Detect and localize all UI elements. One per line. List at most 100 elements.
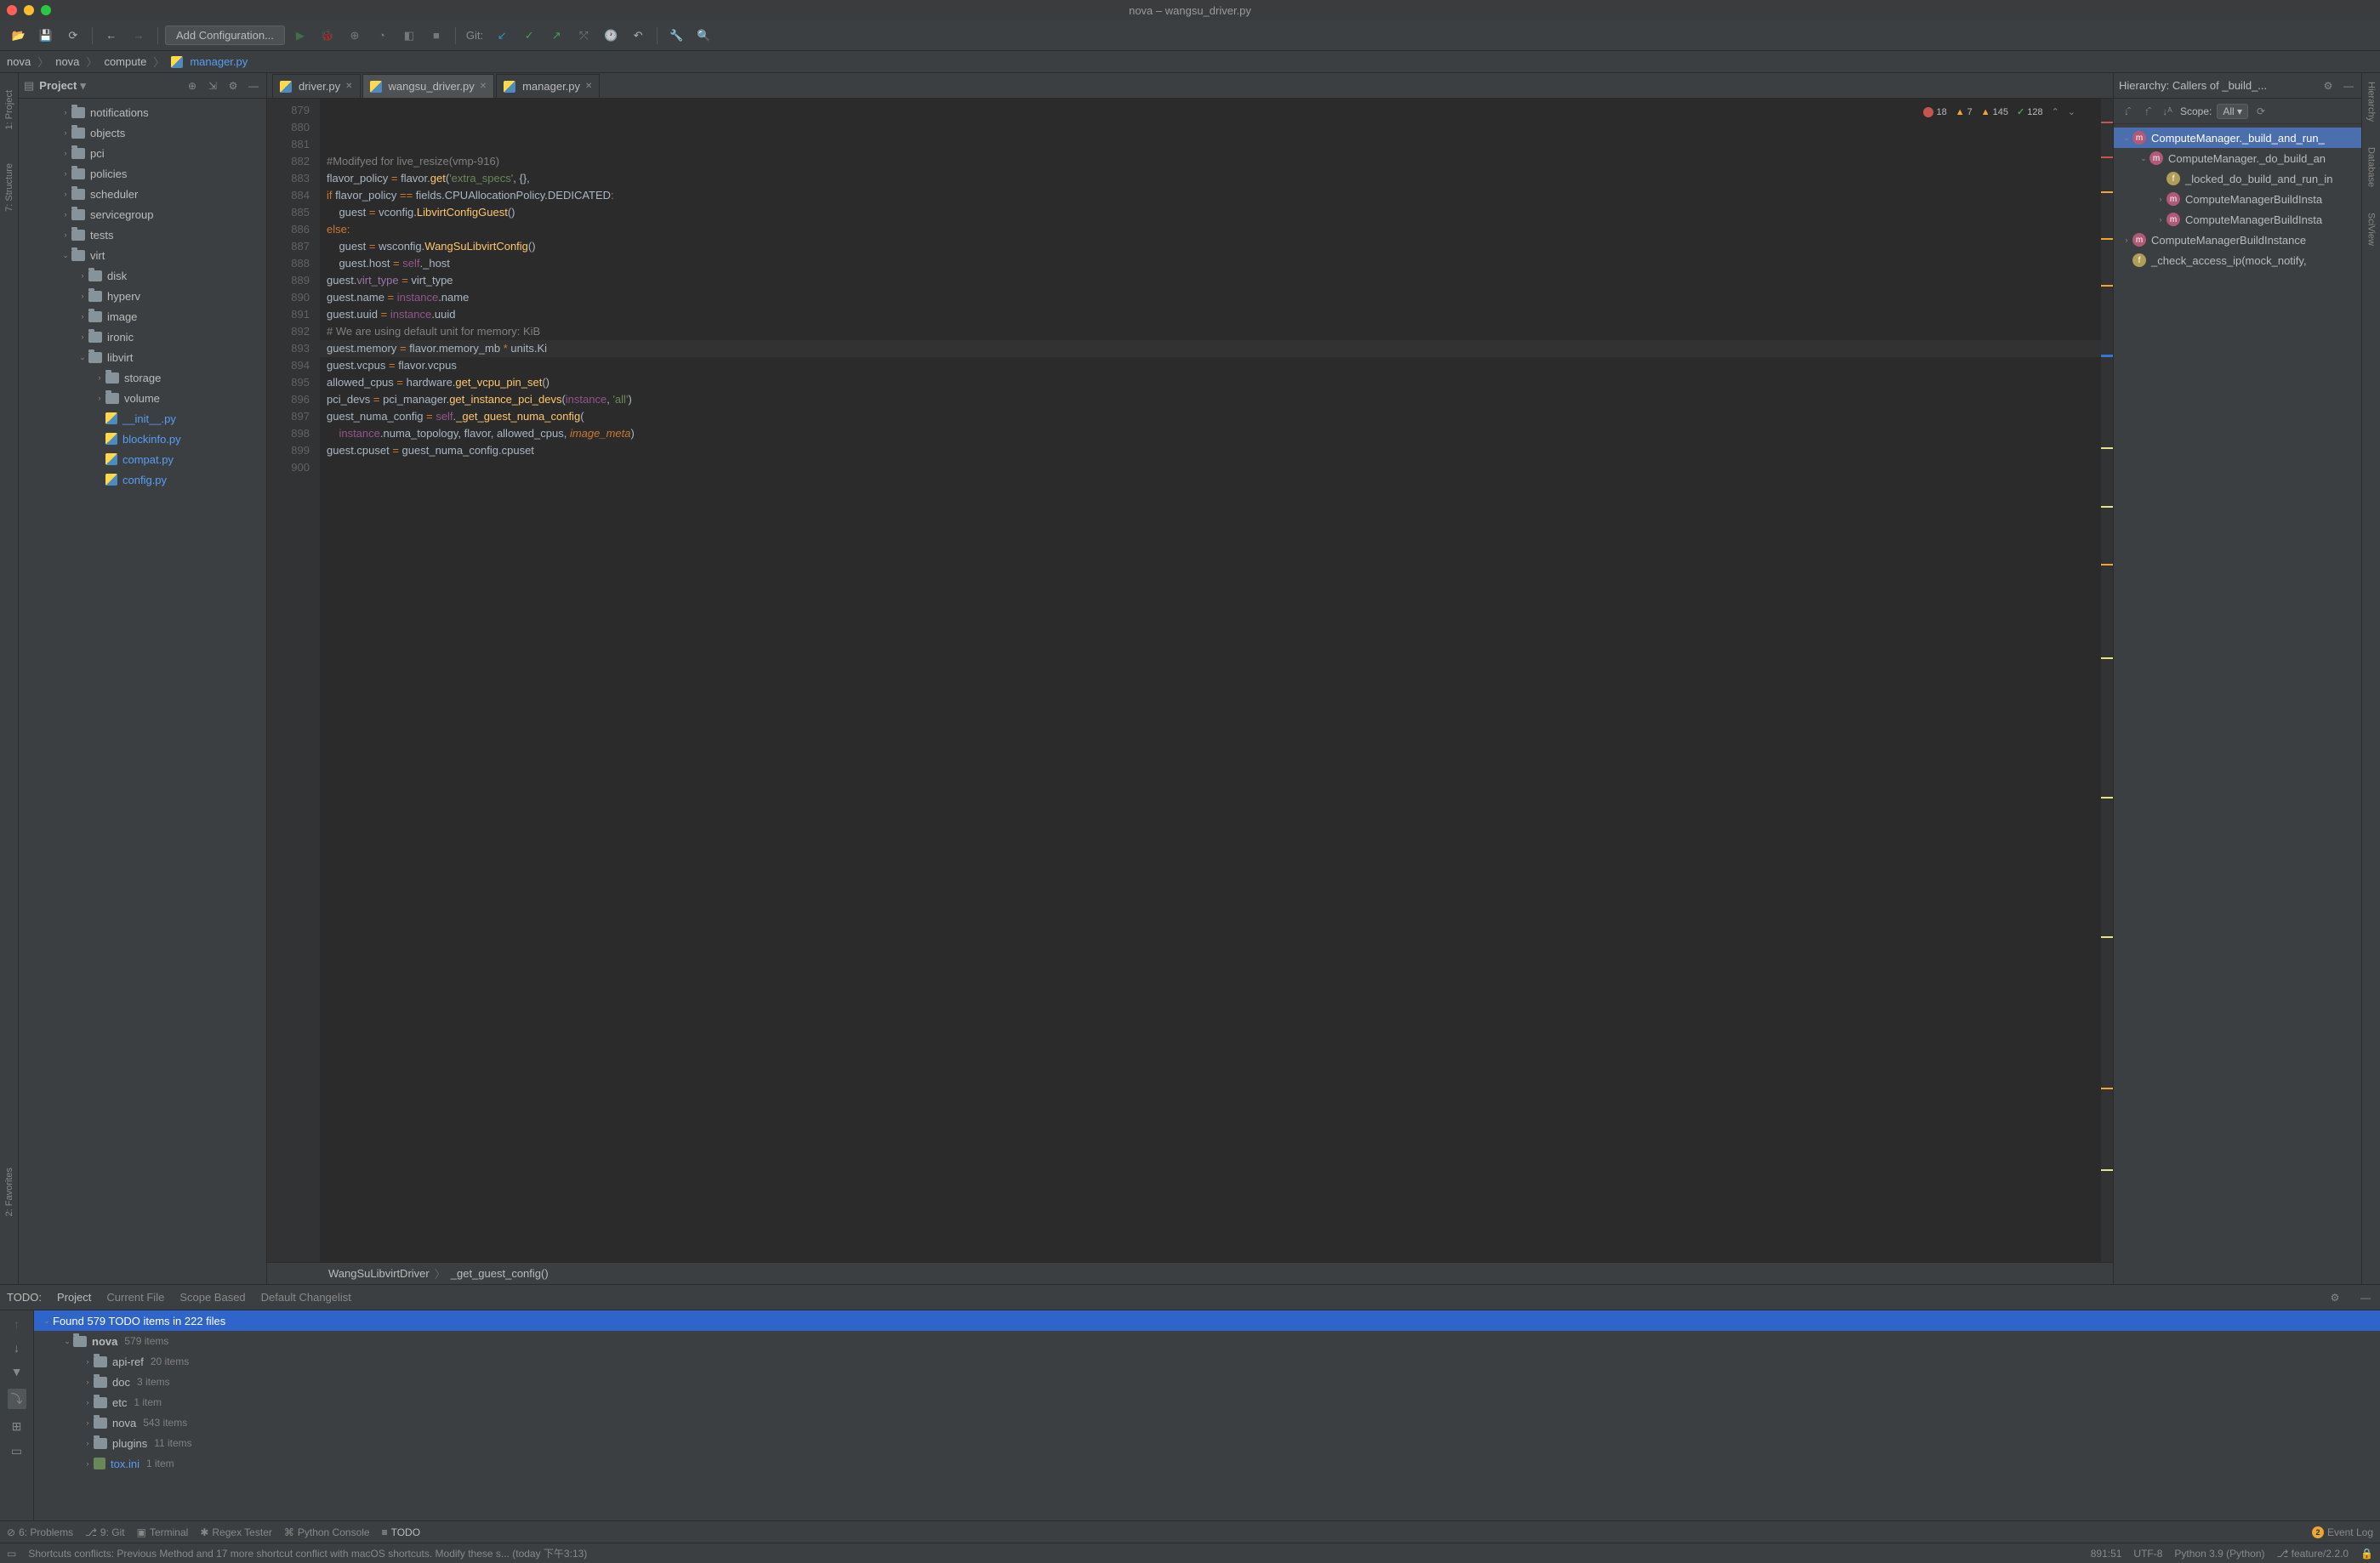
up-icon[interactable]: ⌃	[2052, 104, 2059, 121]
down-icon[interactable]: ⌄	[2068, 104, 2075, 121]
prev-todo-icon[interactable]: ↑	[14, 1317, 20, 1331]
code-line[interactable]: guest.name = instance.name	[327, 289, 2101, 306]
expander-icon[interactable]: ›	[82, 1418, 94, 1427]
tool-window-button[interactable]: ▣Terminal	[137, 1526, 189, 1538]
hierarchy-tool-tab[interactable]: Hierarchy	[2366, 82, 2377, 122]
todo-row[interactable]: ›etc1 item	[34, 1392, 2380, 1412]
tool-window-button[interactable]: ⌘Python Console	[284, 1526, 370, 1538]
structure-tool-tab[interactable]: 7: Structure	[4, 163, 14, 212]
minimize-window-icon[interactable]	[24, 5, 34, 15]
breadcrumb-item[interactable]: manager.py	[190, 55, 248, 68]
tree-row[interactable]: ›volume	[19, 388, 266, 408]
project-tool-tab[interactable]: 1: Project	[4, 90, 14, 129]
expander-icon[interactable]: ›	[60, 190, 71, 198]
expander-icon[interactable]: ›	[82, 1398, 94, 1407]
stop-icon[interactable]: ■	[424, 24, 448, 48]
close-tab-icon[interactable]: ✕	[345, 82, 352, 91]
error-stripe[interactable]	[2101, 99, 2113, 1262]
code-line[interactable]: allowed_cpus = hardware.get_vcpu_pin_set…	[327, 374, 2101, 391]
expander-icon[interactable]: ›	[82, 1439, 94, 1447]
expand-icon[interactable]: ⇲	[205, 78, 220, 94]
concurrency-icon[interactable]: ◧	[397, 24, 421, 48]
todo-row[interactable]: ›doc3 items	[34, 1372, 2380, 1392]
tree-row[interactable]: ›pci	[19, 143, 266, 163]
todo-row[interactable]: ›api-ref20 items	[34, 1351, 2380, 1372]
save-icon[interactable]: 💾	[34, 24, 58, 48]
todo-tab-current[interactable]: Current File	[106, 1291, 164, 1304]
tree-row[interactable]: ⌄virt	[19, 245, 266, 265]
tree-row[interactable]: ⌄libvirt	[19, 347, 266, 367]
tree-row[interactable]: ›disk	[19, 265, 266, 286]
git-compare-icon[interactable]: ⤱	[572, 24, 595, 48]
sciview-tool-tab[interactable]: SciView	[2366, 213, 2377, 246]
expander-icon[interactable]: ›	[60, 230, 71, 239]
hierarchy-row[interactable]: ›mComputeManagerBuildInsta	[2114, 209, 2361, 230]
back-icon[interactable]: ←	[100, 24, 123, 48]
hide-icon[interactable]: —	[2358, 1290, 2373, 1305]
git-history-icon[interactable]: 🕐	[599, 24, 623, 48]
code-line[interactable]: flavor_policy = flavor.get('extra_specs'…	[327, 170, 2101, 187]
debug-icon[interactable]: 🐞	[316, 24, 339, 48]
git-push-icon[interactable]: ↗	[544, 24, 568, 48]
editor-tab[interactable]: wangsu_driver.py✕	[362, 74, 495, 98]
code-line[interactable]: pci_devs = pci_manager.get_instance_pci_…	[327, 391, 2101, 408]
next-todo-icon[interactable]: ↓	[14, 1341, 20, 1355]
code-line[interactable]: #Modifyed for live_resize(vmp-916)	[327, 153, 2101, 170]
tree-row[interactable]: ›storage	[19, 367, 266, 388]
build-icon[interactable]: 🔧	[664, 24, 688, 48]
lock-icon[interactable]: 🔒	[2360, 1548, 2373, 1560]
tree-row[interactable]: ›policies	[19, 163, 266, 184]
breadcrumb-item[interactable]: compute	[104, 55, 146, 68]
ide-menu-icon[interactable]: ▭	[7, 1548, 16, 1560]
forward-icon[interactable]: →	[127, 24, 151, 48]
scope-dropdown[interactable]: All ▾	[2217, 104, 2248, 119]
code-line[interactable]: if flavor_policy == fields.CPUAllocation…	[327, 187, 2101, 204]
hierarchy-row[interactable]: f_check_access_ip(mock_notify,	[2114, 250, 2361, 270]
hierarchy-row[interactable]: ›mComputeManagerBuildInstance	[2114, 230, 2361, 250]
settings-icon[interactable]: ⚙	[2320, 78, 2336, 94]
code-line[interactable]: instance.numa_topology, flavor, allowed_…	[327, 425, 2101, 442]
expander-icon[interactable]: ⌄	[2121, 134, 2132, 143]
code-line[interactable]: else:	[327, 221, 2101, 238]
expander-icon[interactable]: ›	[77, 271, 88, 280]
tree-row[interactable]: ›scheduler	[19, 184, 266, 204]
cursor-position[interactable]: 891:51	[2091, 1548, 2122, 1560]
code-line[interactable]: guest.memory = flavor.memory_mb * units.…	[320, 340, 2101, 357]
tree-row[interactable]: blockinfo.py	[19, 429, 266, 449]
favorites-tool-tab[interactable]: 2: Favorites	[4, 1168, 14, 1216]
todo-row[interactable]: ›plugins11 items	[34, 1433, 2380, 1453]
run-icon[interactable]: ▶	[288, 24, 312, 48]
expander-icon[interactable]: ›	[82, 1378, 94, 1386]
code-area[interactable]: 18 ▲7 ▲145 ✓128 ⌃ ⌄ #Modifyed for live_r…	[320, 99, 2101, 1262]
tool-window-button[interactable]: ⊘6: Problems	[7, 1526, 73, 1538]
inspection-indicators[interactable]: 18 ▲7 ▲145 ✓128 ⌃ ⌄	[1923, 104, 2075, 121]
expander-icon[interactable]: ›	[60, 210, 71, 219]
git-commit-icon[interactable]: ✓	[517, 24, 541, 48]
refresh-icon[interactable]: ⟳	[2253, 104, 2269, 119]
settings-icon[interactable]: ⚙	[2327, 1290, 2343, 1305]
expander-icon[interactable]: ›	[94, 394, 105, 402]
code-line[interactable]: guest = vconfig.LibvirtConfigGuest()	[327, 204, 2101, 221]
breadcrumb-item[interactable]: nova	[7, 55, 31, 68]
code-line[interactable]: guest.cpuset = guest_numa_config.cpuset	[327, 442, 2101, 459]
expander-icon[interactable]: ›	[2155, 215, 2166, 224]
hierarchy-row[interactable]: ⌄mComputeManager._build_and_run_	[2114, 128, 2361, 148]
callee-icon[interactable]: ↑̂	[2139, 104, 2155, 119]
hide-icon[interactable]: —	[246, 78, 261, 94]
maximize-window-icon[interactable]	[41, 5, 51, 15]
todo-tab-changelist[interactable]: Default Changelist	[261, 1291, 351, 1304]
profile-icon[interactable]: ◔	[370, 24, 394, 48]
hierarchy-row[interactable]: ›mComputeManagerBuildInsta	[2114, 189, 2361, 209]
project-tree[interactable]: ›notifications›objects›pci›policies›sche…	[19, 99, 266, 1284]
locate-icon[interactable]: ⊕	[185, 78, 200, 94]
editor-tab[interactable]: driver.py✕	[272, 74, 361, 98]
expander-icon[interactable]: ⌄	[61, 1337, 73, 1346]
tree-row[interactable]: ›hyperv	[19, 286, 266, 306]
close-tab-icon[interactable]: ✕	[585, 82, 592, 91]
tree-row[interactable]: ›objects	[19, 122, 266, 143]
git-branch[interactable]: ⎇ feature/2.2.0	[2276, 1548, 2349, 1560]
expander-icon[interactable]: ›	[60, 128, 71, 137]
code-line[interactable]: guest.uuid = instance.uuid	[327, 306, 2101, 323]
close-tab-icon[interactable]: ✕	[480, 82, 487, 91]
sort-icon[interactable]: ↓ᴬ	[2160, 104, 2175, 119]
